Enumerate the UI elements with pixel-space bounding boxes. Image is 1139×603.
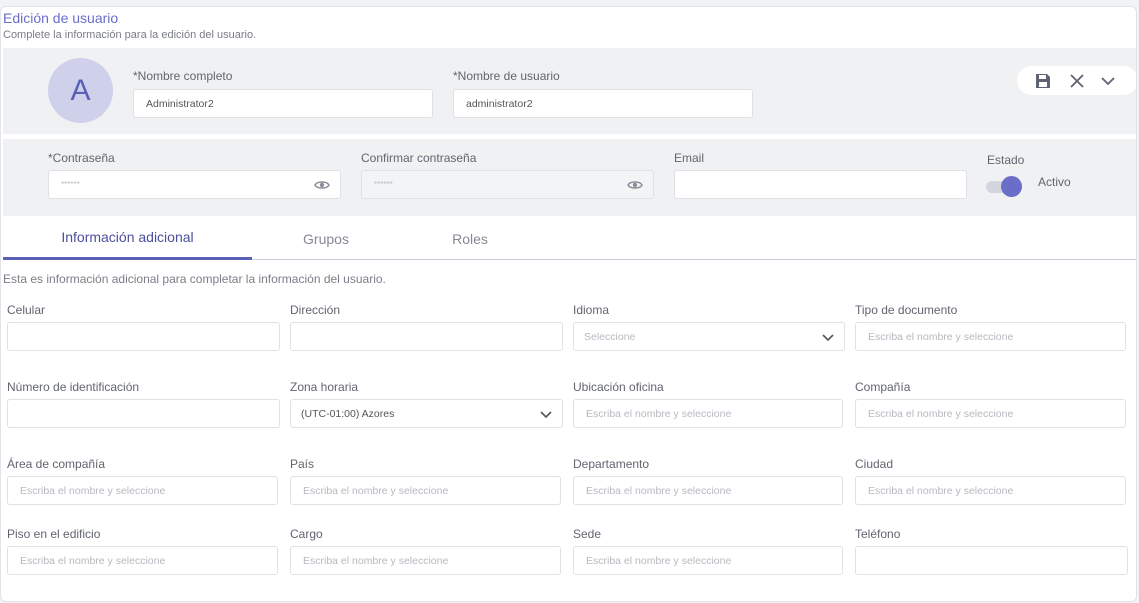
user-edit-panel: Edición de usuario Complete la informaci… <box>0 6 1137 602</box>
celular-label: Celular <box>7 303 46 317</box>
chevron-down-icon <box>822 331 834 346</box>
celular-input[interactable] <box>7 322 280 351</box>
departamento-label: Departamento <box>573 457 650 471</box>
pais-label: País <box>290 457 315 471</box>
credentials-section: *Contraseña ****** Confirmar contraseña … <box>3 139 1136 216</box>
username-label: *Nombre de usuario <box>453 69 560 83</box>
ubicacion-oficina-label: Ubicación oficina <box>573 380 664 394</box>
header-toolbar <box>1017 66 1136 95</box>
area-compania-label: Área de compañía <box>7 457 106 471</box>
toggle-knob <box>1001 176 1022 197</box>
password-input[interactable]: ****** <box>48 170 341 199</box>
cargo-input[interactable]: Escriba el nombre y seleccione <box>290 546 561 575</box>
confirm-password-value: ****** <box>374 180 393 189</box>
info-text: Esta es información adicional para compl… <box>3 272 386 286</box>
chevron-down-icon[interactable] <box>1098 71 1118 91</box>
compania-label: Compañía <box>855 380 911 394</box>
zona-horaria-value: (UTC-01:00) Azores <box>301 407 395 420</box>
status-value: Activo <box>1038 175 1071 189</box>
cargo-label: Cargo <box>290 527 323 541</box>
telefono-label: Teléfono <box>855 527 901 541</box>
sede-input[interactable]: Escriba el nombre y seleccione <box>573 546 843 575</box>
chevron-down-icon <box>540 408 552 423</box>
confirm-password-input[interactable]: ****** <box>361 170 654 199</box>
numero-identificacion-label: Número de identificación <box>7 380 140 394</box>
idioma-label: Idioma <box>573 303 610 317</box>
idioma-placeholder: Seleccione <box>584 330 636 343</box>
close-icon[interactable] <box>1067 71 1087 91</box>
profile-section: A *Nombre completo Administrator2 *Nombr… <box>3 48 1136 134</box>
direccion-label: Dirección <box>290 303 341 317</box>
tab-roles[interactable]: Roles <box>400 217 540 260</box>
page-subtitle: Complete la información para la edición … <box>3 29 257 41</box>
eye-icon[interactable] <box>314 178 330 192</box>
status-toggle[interactable] <box>986 176 1022 197</box>
zona-horaria-label: Zona horaria <box>290 380 359 394</box>
password-label: *Contraseña <box>48 151 115 165</box>
sede-label: Sede <box>573 527 602 541</box>
email-label: Email <box>674 151 705 165</box>
area-compania-input[interactable]: Escriba el nombre y seleccione <box>7 476 278 505</box>
tab-grupos[interactable]: Grupos <box>252 217 400 260</box>
numero-identificacion-input[interactable] <box>7 399 280 428</box>
save-icon[interactable] <box>1033 71 1053 91</box>
eye-icon[interactable] <box>627 178 643 192</box>
pais-input[interactable]: Escriba el nombre y seleccione <box>290 476 561 505</box>
tab-bar: Información adicional Grupos Roles <box>3 217 1136 260</box>
ciudad-input[interactable]: Escriba el nombre y seleccione <box>855 476 1126 505</box>
ciudad-label: Ciudad <box>855 457 894 471</box>
tipo-documento-label: Tipo de documento <box>855 303 958 317</box>
email-input[interactable] <box>674 170 967 199</box>
tab-informacion-adicional[interactable]: Información adicional <box>3 217 252 260</box>
piso-label: Piso en el edificio <box>7 527 101 541</box>
username-input[interactable]: administrator2 <box>453 89 753 118</box>
status-label: Estado <box>987 153 1025 167</box>
direccion-input[interactable] <box>290 322 563 351</box>
departamento-input[interactable]: Escriba el nombre y seleccione <box>573 476 843 505</box>
tipo-documento-input[interactable]: Escriba el nombre y seleccione <box>855 322 1126 351</box>
password-value: ****** <box>61 180 80 189</box>
piso-input[interactable]: Escriba el nombre y seleccione <box>7 546 278 575</box>
page-title: Edición de usuario <box>3 10 119 26</box>
idioma-select[interactable]: Seleccione <box>573 322 845 351</box>
compania-input[interactable]: Escriba el nombre y seleccione <box>855 399 1126 428</box>
full-name-label: *Nombre completo <box>133 69 233 83</box>
zona-horaria-select[interactable]: (UTC-01:00) Azores <box>290 399 563 428</box>
full-name-input[interactable]: Administrator2 <box>133 89 433 118</box>
ubicacion-oficina-input[interactable]: Escriba el nombre y seleccione <box>573 399 843 428</box>
avatar[interactable]: A <box>48 58 113 123</box>
telefono-input[interactable] <box>855 546 1128 575</box>
confirm-password-label: Confirmar contraseña <box>361 151 477 165</box>
